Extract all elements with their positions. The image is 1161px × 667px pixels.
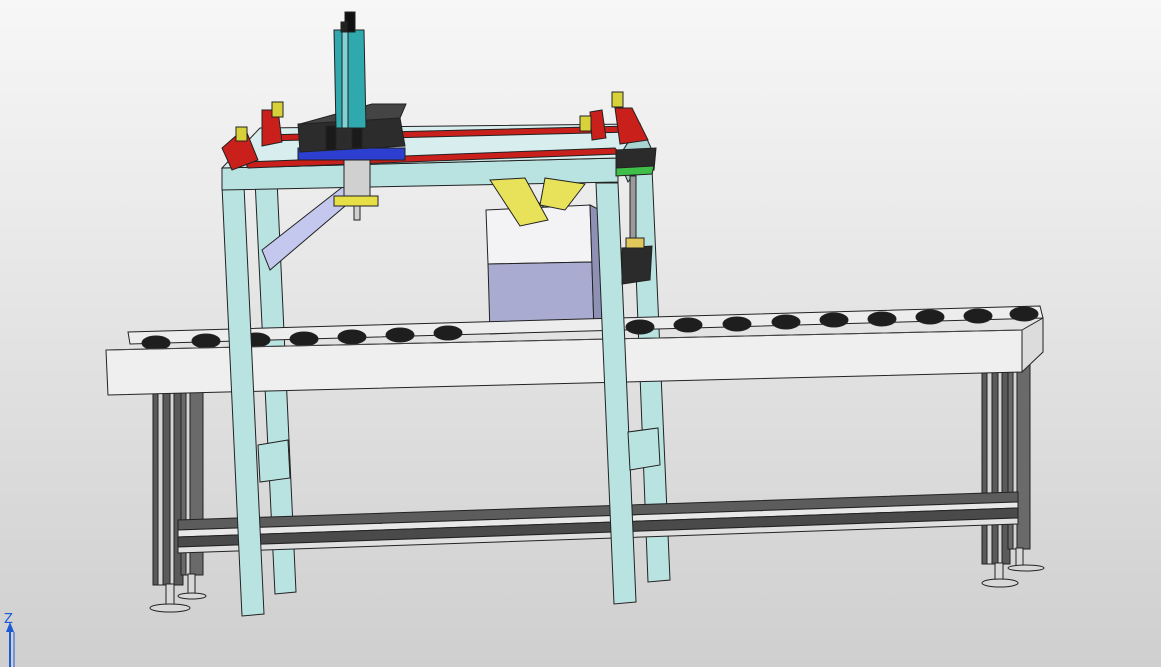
vertical-linear-actuator [333,11,367,129]
cad-viewport[interactable]: Z [0,0,1161,667]
conveyor-lower-stretcher [177,491,1019,554]
box-workpiece [485,204,603,335]
axis-z-label: Z [4,612,13,627]
gantry-conveyor-model[interactable] [0,0,1161,667]
